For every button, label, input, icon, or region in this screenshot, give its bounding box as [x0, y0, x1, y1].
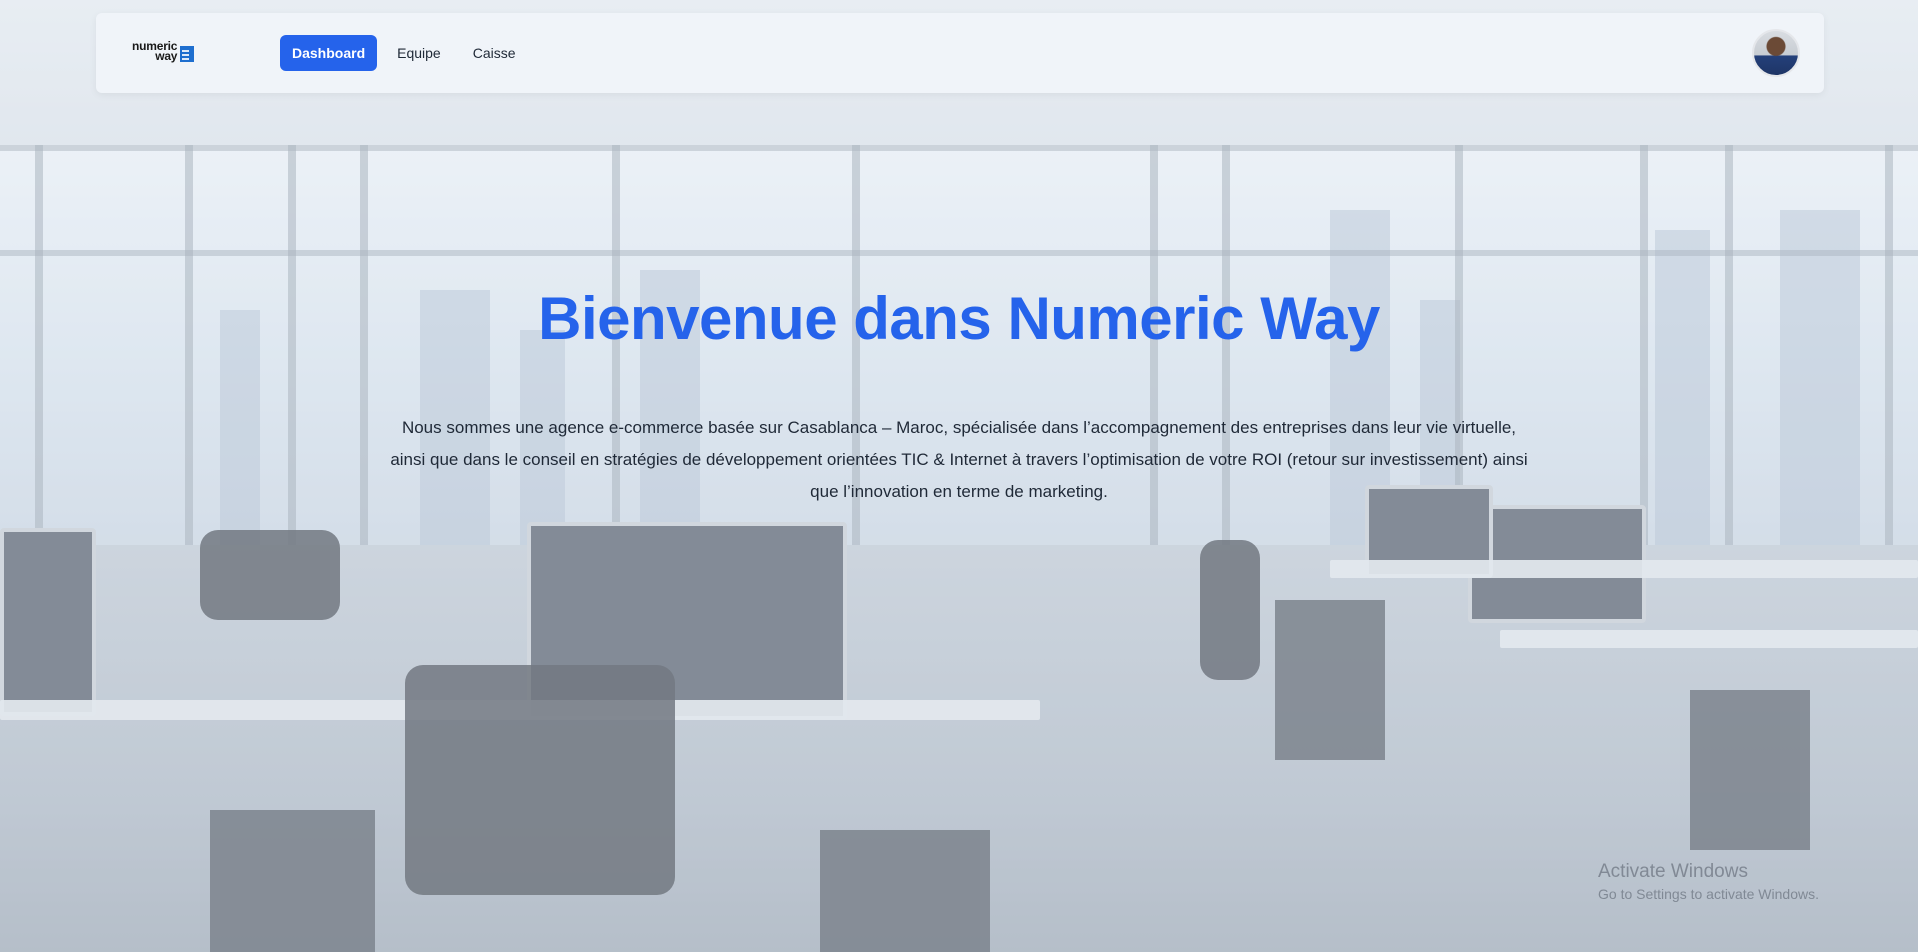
logo-text-line2: way [155, 49, 178, 63]
watermark-subtitle: Go to Settings to activate Windows. [1598, 886, 1819, 902]
hero-title: Bienvenue dans Numeric Way [538, 285, 1380, 352]
hero-description: Nous sommes une agence e-commerce basée … [390, 418, 1528, 501]
nav-item-dashboard[interactable]: Dashboard [280, 35, 378, 71]
top-navbar: numeric way Dashboard Equipe Caisse [96, 13, 1824, 93]
nav-item-equipe[interactable]: Equipe [385, 35, 453, 71]
page: numeric way Dashboard Equipe Caisse Bien… [0, 0, 1918, 952]
nav-item-caisse[interactable]: Caisse [461, 35, 528, 71]
windows-activation-watermark: Activate Windows Go to Settings to activ… [1598, 860, 1819, 904]
user-avatar[interactable] [1752, 29, 1800, 77]
numeric-way-logo[interactable]: numeric way [132, 40, 195, 63]
logo-mark-icon [180, 46, 195, 62]
main-nav: Dashboard Equipe Caisse [280, 35, 528, 71]
watermark-title: Activate Windows [1598, 861, 1748, 882]
